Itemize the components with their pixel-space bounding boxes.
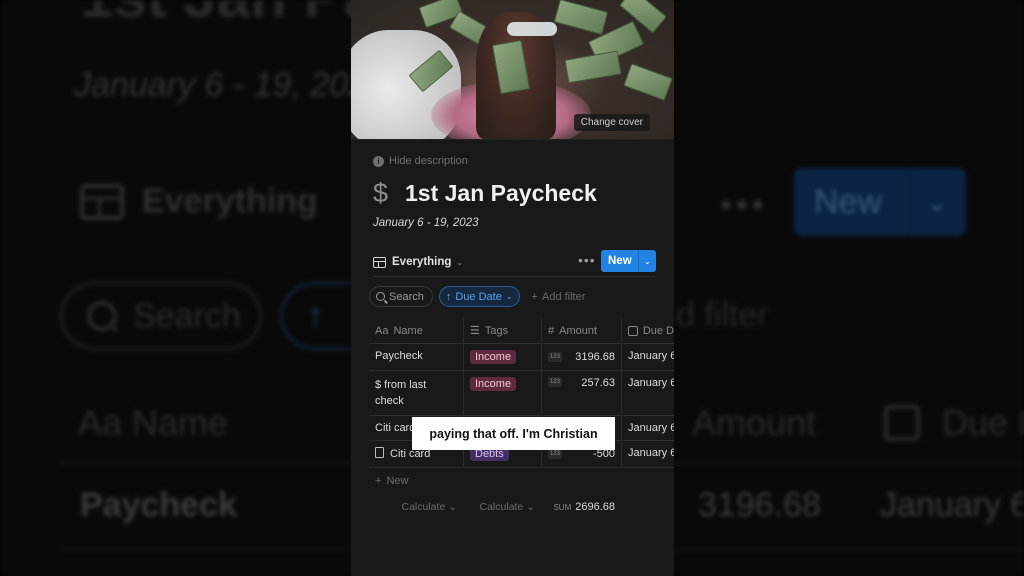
number-icon: 123 (548, 377, 563, 387)
plus-icon: + (375, 475, 382, 487)
calculation-row: Calculate ⌄ Calculate ⌄ SUM 2696.68 (369, 494, 674, 520)
calculate-label: Calculate (401, 501, 446, 513)
calculate-tags[interactable]: Calculate ⌄ (463, 501, 541, 513)
column-due-date[interactable]: Due D (621, 317, 674, 344)
row-due[interactable]: January 6 (621, 416, 674, 440)
cover-image: Change cover (351, 0, 674, 139)
add-filter-label: Add filter (541, 290, 586, 303)
column-name-label: Name (393, 324, 423, 337)
view-selector[interactable]: Everything (392, 256, 451, 268)
chevron-down-icon: ⌄ (505, 292, 513, 301)
database-toolbar: Everything ⌄ ••• New ⌄ (373, 250, 656, 273)
new-button[interactable]: New ⌄ (601, 250, 656, 272)
number-icon: 123 (548, 449, 563, 459)
page-description[interactable]: January 6 - 19, 2023 (373, 217, 479, 229)
page-header: $ 1st Jan Paycheck (373, 178, 597, 209)
column-tags-label: Tags (484, 324, 509, 337)
table-header: Aa Name ☰ Tags # Amount Due D (369, 317, 674, 344)
column-name[interactable]: Aa Name (369, 318, 463, 344)
calculate-name[interactable]: Calculate ⌄ (369, 501, 463, 513)
filter-bar: Search ↑ Due Date ⌄ + Add filter (369, 286, 585, 307)
calculate-label: Calculate (479, 501, 524, 513)
sort-label: Due Date (455, 290, 502, 303)
calendar-icon (628, 325, 638, 336)
chevron-down-icon[interactable]: ⌄ (456, 258, 463, 267)
table-icon (373, 256, 386, 268)
row-due[interactable]: January 6 (621, 371, 674, 415)
column-amount-label: Amount (559, 324, 598, 337)
document-icon (375, 447, 384, 458)
arrow-up-icon: ↑ (445, 290, 452, 303)
tag-income[interactable]: Income (470, 350, 517, 364)
video-caption: paying that off. I'm Christian (412, 417, 615, 450)
list-icon: ☰ (470, 325, 480, 337)
hide-description-label: Hide description (389, 155, 468, 167)
table-row[interactable]: $ from last check Income 123 257.63 Janua… (369, 371, 674, 416)
hash-icon: # (548, 324, 555, 337)
number-icon: 123 (548, 352, 563, 362)
more-options-icon[interactable]: ••• (578, 252, 596, 268)
search-icon (376, 292, 385, 301)
add-row-button[interactable]: + New (369, 468, 674, 494)
column-due-label: Due D (642, 324, 674, 337)
info-icon: i (373, 155, 384, 167)
tag-income[interactable]: Income (470, 377, 517, 391)
text-type-icon: Aa (375, 324, 389, 337)
table-row[interactable]: Paycheck Income 123 3196.68 January 6 (369, 344, 674, 371)
add-filter-button[interactable]: + Add filter (532, 291, 586, 303)
hide-description-button[interactable]: i Hide description (373, 155, 468, 167)
row-amount[interactable]: 257.63 (581, 377, 615, 389)
plus-icon: + (531, 290, 538, 303)
column-tags[interactable]: ☰ Tags (463, 317, 541, 344)
row-due[interactable]: January 6 (621, 441, 674, 467)
add-row-label: New (386, 475, 409, 487)
column-amount[interactable]: # Amount (541, 317, 621, 344)
change-cover-button[interactable]: Change cover (573, 114, 650, 131)
sum-amount[interactable]: SUM 2696.68 (541, 501, 621, 513)
row-name[interactable]: $ from last check (369, 371, 463, 415)
dollar-icon[interactable]: $ (373, 178, 393, 209)
sum-label: SUM (553, 503, 572, 512)
search-label: Search (389, 290, 424, 303)
sum-value: 2696.68 (575, 501, 615, 513)
page-title[interactable]: 1st Jan Paycheck (405, 180, 597, 207)
search-button[interactable]: Search (369, 286, 433, 307)
new-button-label[interactable]: New (601, 255, 638, 267)
sort-due-date-pill[interactable]: ↑ Due Date ⌄ (438, 286, 520, 307)
row-name[interactable]: Paycheck (369, 344, 463, 370)
row-amount[interactable]: 3196.68 (575, 351, 615, 363)
row-due[interactable]: January 6 (621, 344, 674, 370)
chevron-down-icon[interactable]: ⌄ (639, 257, 651, 266)
